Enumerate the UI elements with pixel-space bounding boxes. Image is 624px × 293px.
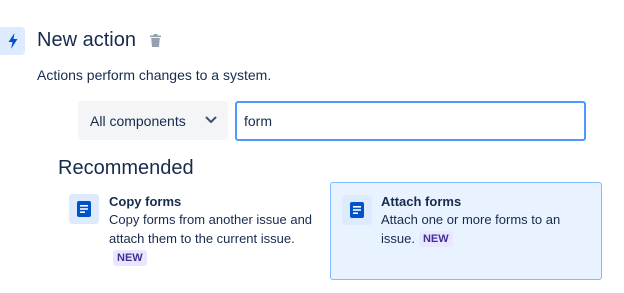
- new-badge: NEW: [418, 231, 453, 247]
- action-card-copy-forms[interactable]: Copy forms Copy forms from another issue…: [58, 182, 320, 280]
- chevron-down-icon: [204, 113, 218, 127]
- action-card-attach-forms[interactable]: Attach forms Attach one or more forms to…: [330, 182, 602, 280]
- form-icon: [69, 194, 99, 224]
- trash-icon[interactable]: [148, 32, 162, 48]
- card-description-text: Copy forms from another issue and attach…: [109, 212, 313, 246]
- card-description: Attach one or more forms to an issue. NEW: [381, 210, 596, 248]
- card-description: Copy forms from another issue and attach…: [109, 210, 314, 267]
- card-title: Copy forms: [109, 194, 182, 209]
- search-input[interactable]: [235, 101, 586, 141]
- page-subtitle: Actions perform changes to a system.: [37, 67, 272, 83]
- lightning-bolt-icon: [0, 27, 25, 55]
- component-select-value: All components: [90, 112, 186, 129]
- page-title: New action: [37, 29, 136, 51]
- new-action-panel: New action Actions perform changes to a …: [0, 0, 624, 293]
- recommended-heading: Recommended: [58, 157, 194, 179]
- new-badge: NEW: [113, 250, 147, 266]
- card-description-text: Attach one or more forms to an issue.: [381, 212, 561, 246]
- card-title: Attach forms: [381, 194, 462, 209]
- form-icon: [342, 195, 372, 225]
- component-select[interactable]: All components: [78, 101, 228, 140]
